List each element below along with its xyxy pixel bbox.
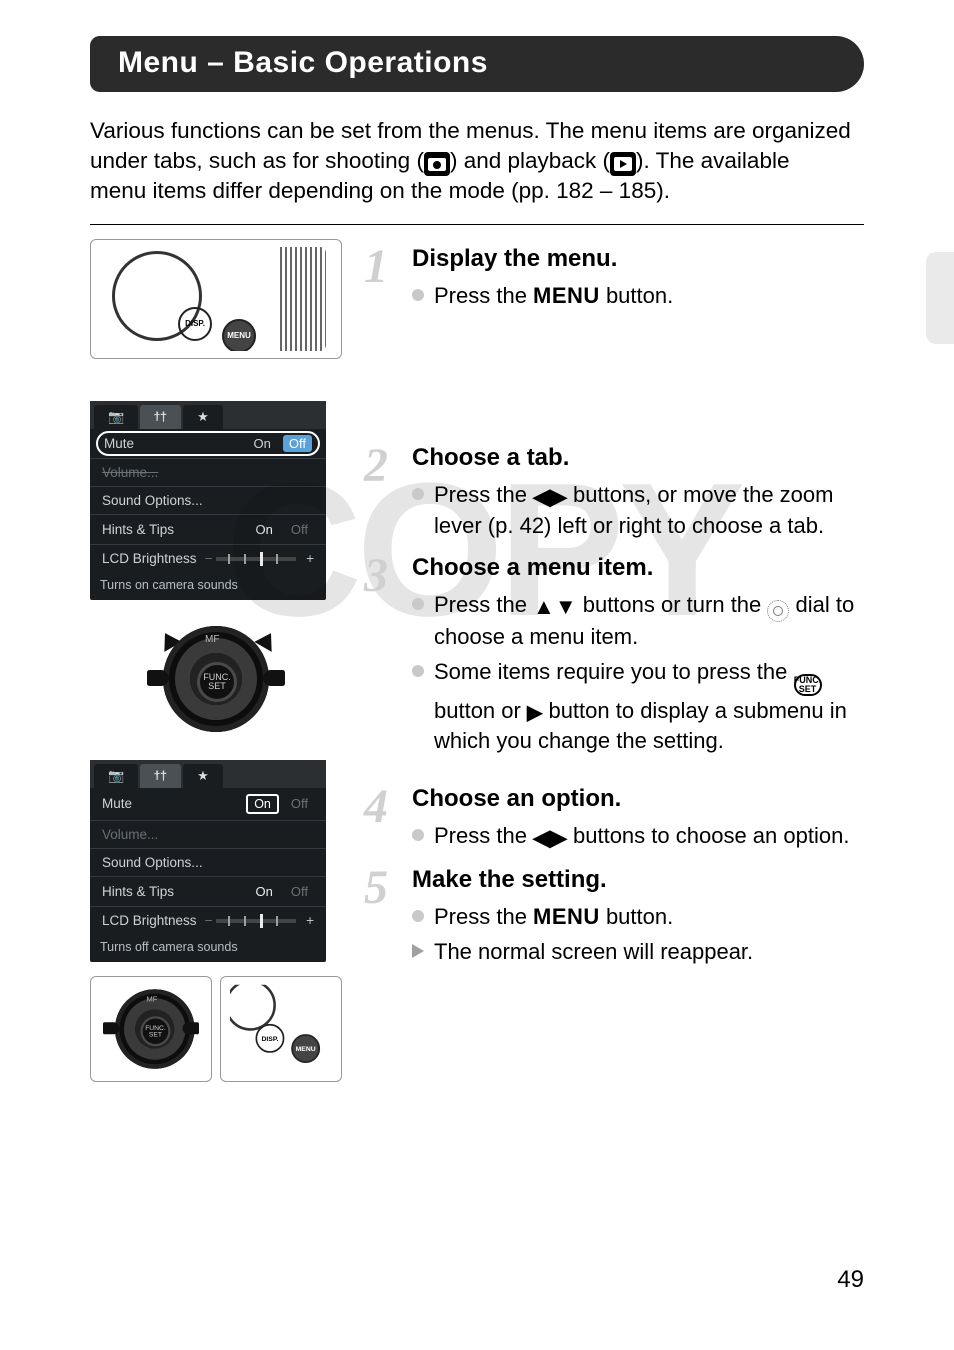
tab-star-icon: ★ (183, 405, 223, 429)
lcd-label: LCD Brightness (102, 551, 197, 566)
left-right-arrows-icon-2: ◀▶ (533, 825, 567, 850)
sound-options-label-2: Sound Options... (102, 855, 203, 870)
func-set-icon: FUNC.SET (794, 674, 822, 696)
side-tab (926, 252, 954, 344)
step-5-title: Make the setting. (412, 866, 864, 894)
separator (90, 224, 864, 225)
step-4-title: Choose an option. (412, 785, 864, 813)
camera-back-illustration: DISP. MENU (90, 239, 342, 359)
step-3-number: 3 (364, 548, 388, 603)
playback-icon (610, 152, 636, 177)
step-4-bullet-1: Press the ◀▶ buttons to choose an option… (412, 821, 864, 852)
step-5-bullet-1: Press the MENU button. (412, 902, 864, 931)
hints-label: Hints & Tips (102, 522, 174, 537)
tab-star-icon-2: ★ (183, 764, 223, 788)
right-column: 1 Display the menu. Press the MENU butto… (364, 239, 864, 1082)
step-4-number: 4 (364, 779, 388, 834)
small-camera-back-illustration: DISP. MENU (220, 976, 342, 1082)
menu-row-mute-2: Mute On Off (90, 788, 326, 820)
dial-mf-label: MF (205, 634, 219, 645)
intro-line2c: ). The available (636, 148, 789, 173)
page-title: Menu – Basic Operations (90, 36, 864, 92)
intro-line1: Various functions can be set from the me… (90, 118, 851, 143)
step-5-bullet-2: The normal screen will reappear. (412, 937, 864, 966)
disp-button: DISP. (178, 307, 212, 341)
left-column: DISP. MENU 📷 ϯ† ★ Mute On Off Volume... (90, 239, 342, 1082)
camera-icon (424, 152, 450, 177)
left-right-arrows-icon: ◀▶ (533, 484, 567, 509)
intro-line2b: ) and playback ( (450, 148, 610, 173)
menu-glyph-2: MENU (533, 904, 600, 929)
menu-row-volume: Volume... (90, 458, 326, 486)
intro-paragraph: Various functions can be set from the me… (90, 116, 864, 206)
hints-off: Off (285, 521, 314, 538)
hints-on-2: On (250, 883, 279, 900)
step-3: 3 Choose a menu item. Press the ▲▼ butto… (364, 554, 864, 755)
control-dial-illustration: MF FUNC. SET (90, 620, 342, 738)
menu-glyph: MENU (533, 283, 600, 308)
menu-row-sound-options-2: Sound Options... (90, 848, 326, 876)
small-dial-func: FUNC.SET (141, 1016, 171, 1046)
hints-on: On (250, 521, 279, 538)
step-1-bullet-1: Press the MENU button. (412, 281, 864, 310)
tab-tools-icon-2: ϯ† (140, 764, 181, 788)
menu-row-hints: Hints & Tips On Off (90, 514, 326, 544)
tab-tools-icon: ϯ† (140, 405, 181, 429)
control-dial-icon (767, 600, 789, 622)
mute-on-circled: On (246, 794, 279, 814)
menu-footer-1: Turns on camera sounds (90, 572, 326, 596)
step-4: 4 Choose an option. Press the ◀▶ buttons… (364, 785, 864, 852)
volume-label: Volume... (102, 465, 158, 480)
menu-row-volume-2: Volume... (90, 820, 326, 848)
mute-off-selected: Off (283, 435, 312, 452)
dial-func-set-button: FUNC. SET (197, 662, 237, 702)
menu-screenshot-1: 📷 ϯ† ★ Mute On Off Volume... Sound Optio… (90, 401, 326, 600)
lcd-label-2: LCD Brightness (102, 913, 197, 928)
intro-line2a: under tabs, such as for shooting ( (90, 148, 424, 173)
menu-row-lcd: LCD Brightness − + (90, 544, 326, 572)
menu-row-hints-2: Hints & Tips On Off (90, 876, 326, 906)
intro-line3: menu items differ depending on the mode … (90, 178, 670, 203)
mute-on: On (248, 435, 277, 452)
step-5-number: 5 (364, 860, 388, 915)
tab-shooting-icon-2: 📷 (94, 764, 138, 788)
small-dial-mf: MF (147, 995, 158, 1003)
step-5: 5 Make the setting. Press the MENU butto… (364, 866, 864, 966)
step-2-bullet-1: Press the ◀▶ buttons, or move the zoom l… (412, 480, 864, 540)
hints-label-2: Hints & Tips (102, 884, 174, 899)
step-3-bullet-2: Some items require you to press the FUNC… (412, 657, 864, 755)
menu-button-highlight: MENU (222, 319, 256, 351)
menu-screenshot-2: 📷 ϯ† ★ Mute On Off Volume... Sound Optio… (90, 760, 326, 962)
right-arrow-icon: ▶ (527, 702, 542, 724)
step-1-title: Display the menu. (412, 245, 864, 273)
sound-options-label: Sound Options... (102, 493, 203, 508)
step-2-number: 2 (364, 438, 388, 493)
step-2-title: Choose a tab. (412, 444, 864, 472)
mute-label-2: Mute (102, 796, 132, 811)
menu-footer-2: Turns off camera sounds (90, 934, 326, 958)
tab-shooting-icon: 📷 (94, 405, 138, 429)
page-number: 49 (837, 1266, 864, 1294)
mute-label: Mute (104, 436, 134, 451)
step-1-number: 1 (364, 239, 388, 294)
step-2: 2 Choose a tab. Press the ◀▶ buttons, or… (364, 444, 864, 540)
volume-label-2: Volume... (102, 827, 158, 842)
menu-row-mute: Mute On Off (96, 431, 320, 456)
step-3-title: Choose a menu item. (412, 554, 864, 582)
step-1: 1 Display the menu. Press the MENU butto… (364, 245, 864, 310)
menu-row-lcd-2: LCD Brightness − + (90, 906, 326, 934)
step-3-bullet-1: Press the ▲▼ buttons or turn the dial to… (412, 590, 864, 651)
up-down-arrows-icon: ▲▼ (533, 594, 577, 619)
mute-off-2: Off (285, 795, 314, 812)
small-dial-illustration: MF FUNC.SET (90, 976, 212, 1082)
hints-off-2: Off (285, 883, 314, 900)
menu-row-sound-options: Sound Options... (90, 486, 326, 514)
